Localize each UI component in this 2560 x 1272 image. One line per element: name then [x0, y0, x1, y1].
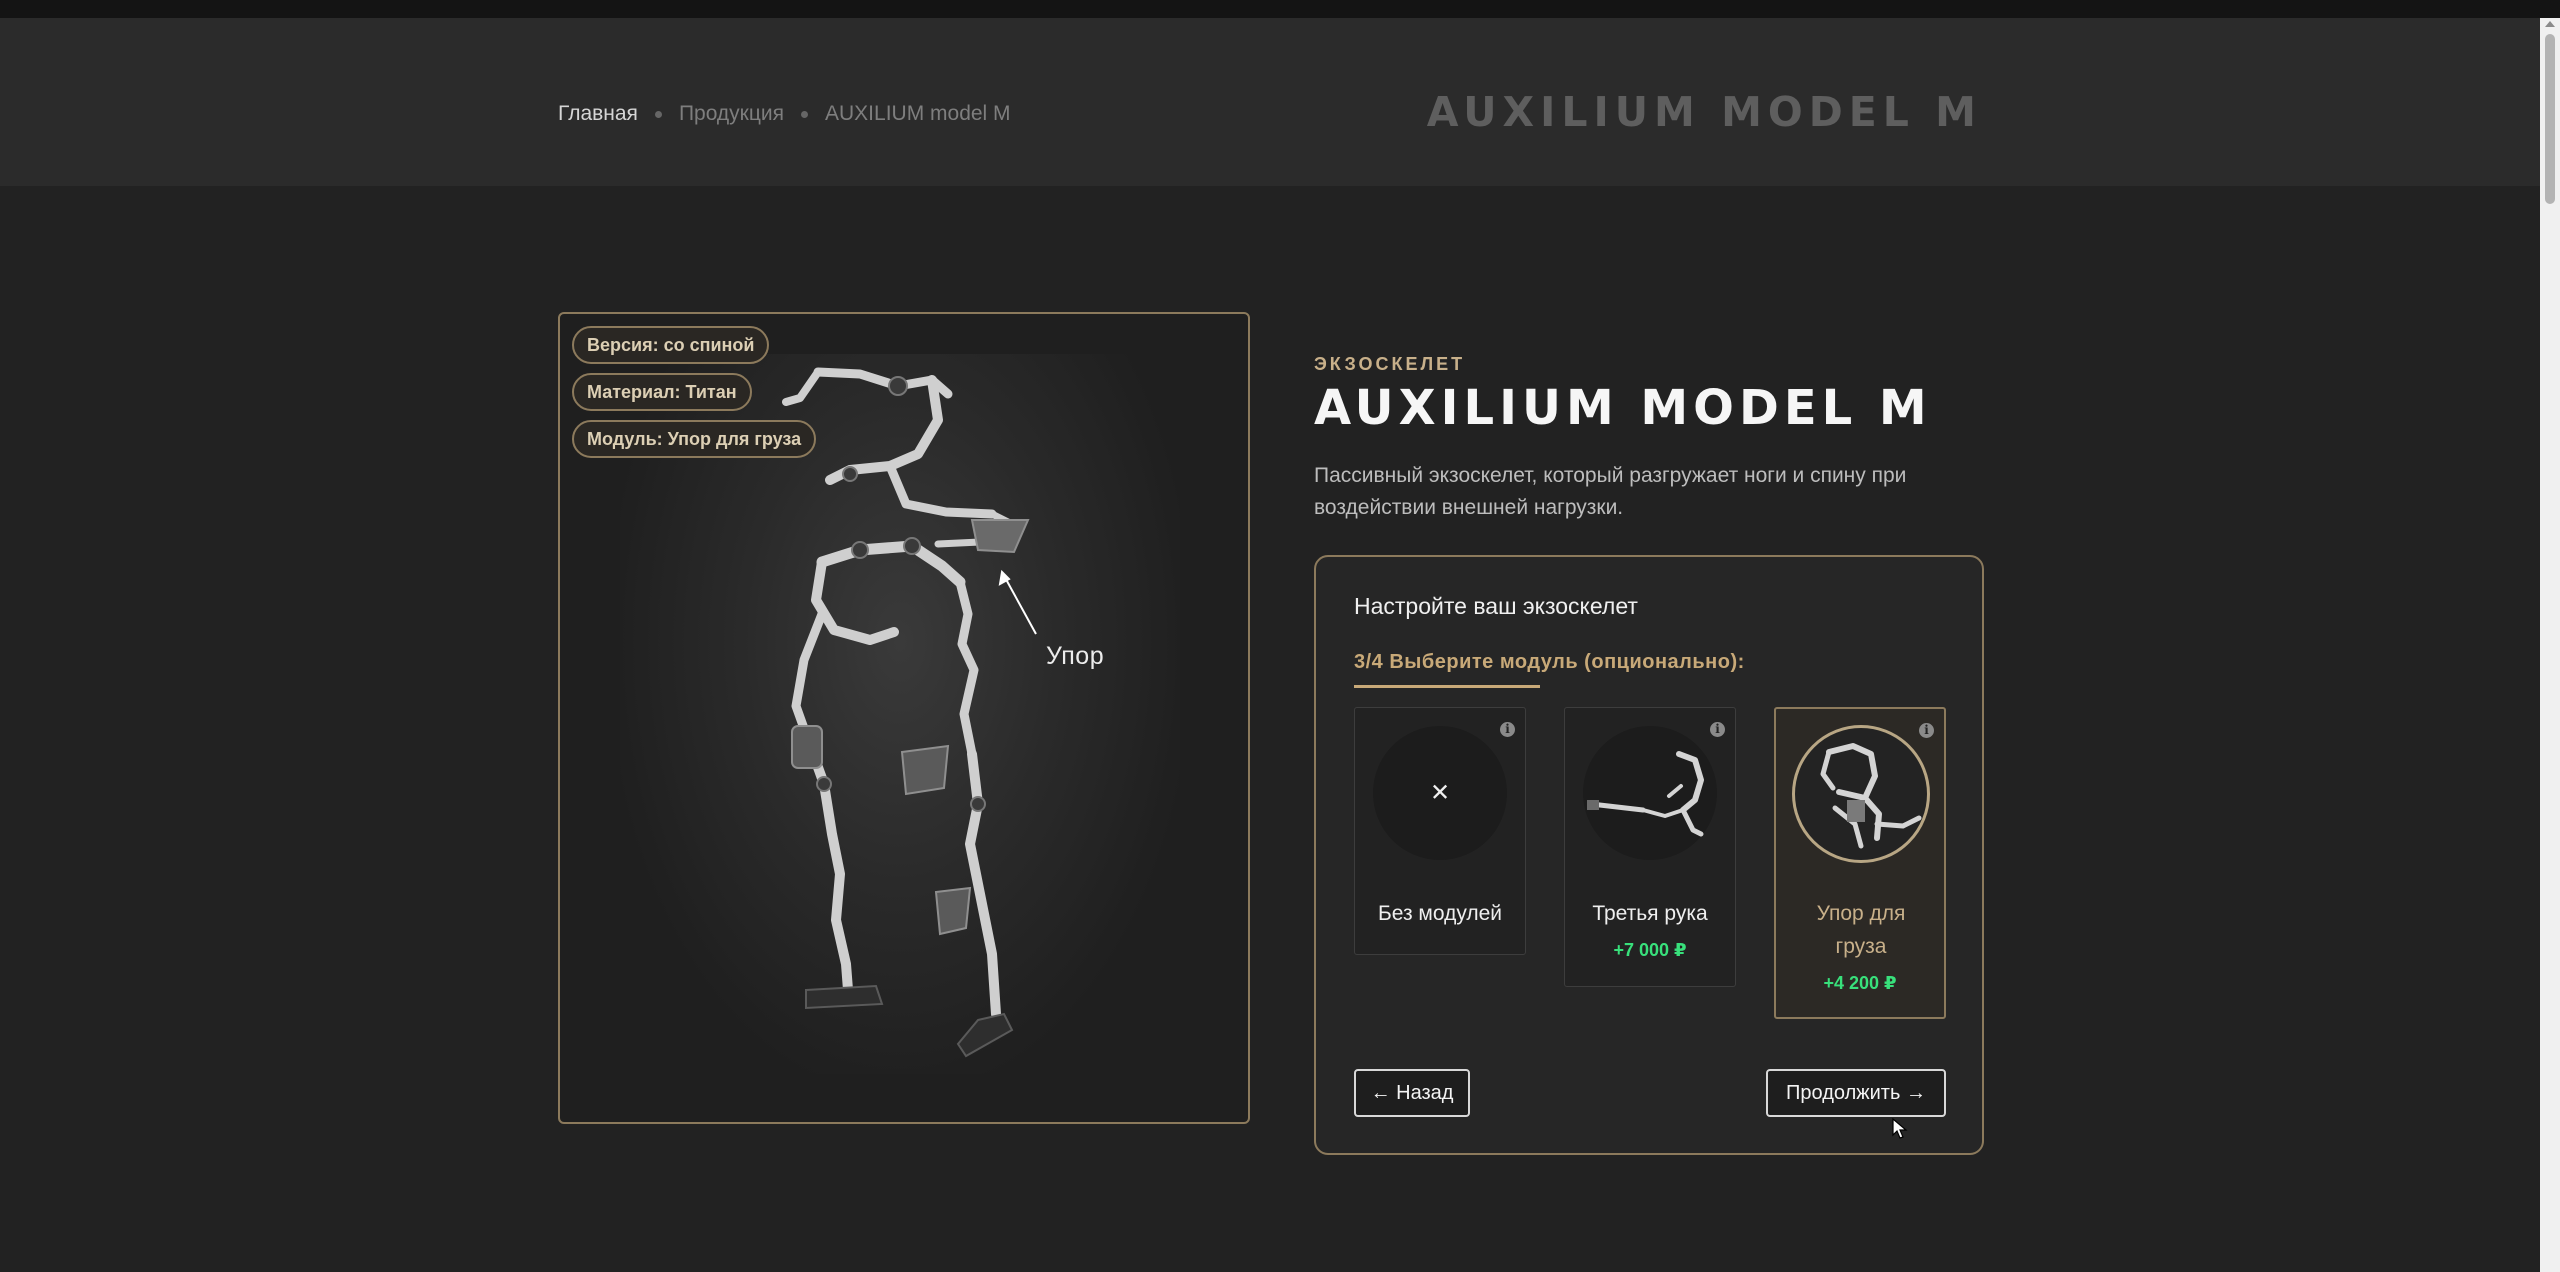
breadcrumb: Главная Продукция AUXILIUM model M — [558, 102, 1011, 126]
breadcrumb-products-link[interactable]: Продукция — [679, 102, 784, 126]
continue-button[interactable]: Продолжить → — [1766, 1069, 1946, 1117]
option-image-circle — [1792, 725, 1930, 863]
option-label: Упор для груза — [1816, 902, 1906, 958]
info-icon[interactable]: i — [1500, 722, 1515, 737]
module-option-none[interactable]: ✕ i Без модулей — [1354, 707, 1526, 955]
configurator-panel: Настройте ваш экзоскелет 3/4 Выберите мо… — [1314, 555, 1984, 1155]
option-label: Третья рука — [1592, 902, 1708, 925]
close-icon: ✕ — [1429, 779, 1451, 807]
product-title: AUXILIUM MODEL M — [1314, 380, 1932, 436]
info-icon[interactable]: i — [1919, 723, 1934, 738]
info-icon[interactable]: i — [1710, 722, 1725, 737]
back-button[interactable]: ← Назад — [1354, 1069, 1470, 1117]
option-price: +7 000 ₽ — [1613, 940, 1687, 960]
third-arm-image — [1587, 751, 1704, 837]
scrollbar-thumb[interactable] — [2545, 34, 2555, 204]
module-option-load-support[interactable]: i Упор для груза +4 200 ₽ — [1774, 707, 1946, 1019]
browser-top-strip — [0, 0, 2560, 18]
tag-module: Модуль: Упор для груза — [572, 420, 817, 458]
header-product-title: AUXILIUM MODEL M — [1426, 88, 1982, 136]
breadcrumb-separator — [801, 110, 808, 118]
configurator-step-label: 3/4 Выберите модуль (опционально): — [1354, 651, 1745, 673]
configurator-title: Настройте ваш экзоскелет — [1354, 593, 1638, 619]
product-image-panel: Версия: со спиной Материал: Титан Модуль… — [558, 312, 1250, 1124]
option-label: Без модулей — [1377, 902, 1503, 925]
load-support-image — [1820, 743, 1922, 849]
mouse-cursor-icon — [1892, 1118, 1908, 1139]
product-description: Пассивный экзоскелет, который разгружает… — [1314, 464, 1907, 519]
breadcrumb-current: AUXILIUM model M — [825, 102, 1011, 125]
tag-version: Версия: со спиной — [572, 326, 770, 364]
tag-material: Материал: Титан — [572, 373, 752, 411]
module-option-third-arm[interactable]: i Третья рука +7 000 ₽ — [1564, 707, 1736, 987]
step-progress-underline — [1354, 685, 1540, 688]
breadcrumb-separator — [654, 110, 662, 118]
page-header: Главная Продукция AUXILIUM model M AUXIL… — [0, 18, 2540, 186]
page-scrollbar[interactable] — [2540, 18, 2560, 1272]
scroll-up-arrow-icon[interactable] — [2545, 21, 2555, 27]
product-category: ЭКЗОСКЕЛЕТ — [1314, 354, 1466, 374]
callout-label: Упор — [1046, 642, 1105, 670]
option-price: +4 200 ₽ — [1823, 973, 1897, 993]
option-image-circle: ✕ — [1373, 726, 1507, 860]
option-image-circle — [1583, 726, 1717, 860]
breadcrumb-home-link[interactable]: Главная — [558, 102, 638, 126]
